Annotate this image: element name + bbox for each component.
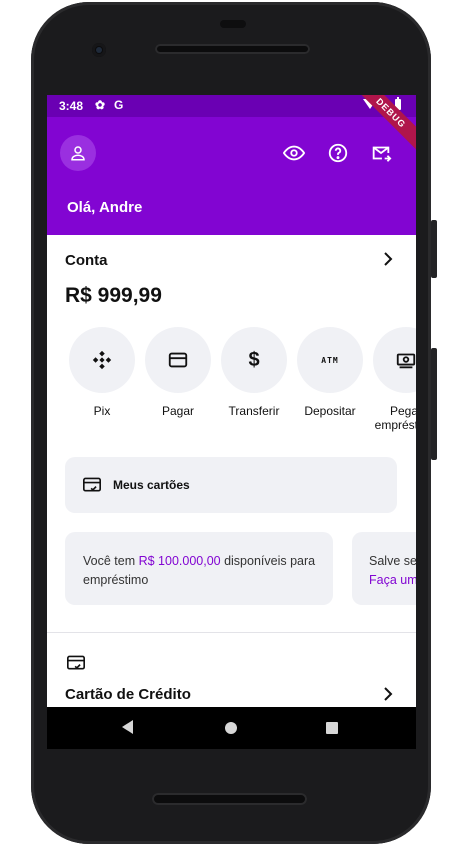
action-pagar-label: Pagar — [161, 404, 195, 418]
donation-info-text: Salve seus amigos da burocracia Faça uma… — [369, 552, 416, 590]
home-icon[interactable] — [225, 722, 237, 734]
action-pix-label: Pix — [93, 404, 111, 418]
earpiece-speaker — [155, 44, 310, 54]
top-slot — [220, 20, 246, 28]
action-transferir-label: Transferir — [228, 404, 280, 418]
loan-info-card[interactable]: Você tem R$ 100.000,00 disponíveis para … — [65, 532, 333, 605]
action-depositar[interactable]: ATM Depositar — [297, 327, 363, 418]
android-nav-bar — [47, 707, 416, 749]
profile-avatar-button[interactable] — [60, 135, 96, 171]
credit-card-open-button[interactable] — [381, 683, 395, 705]
account-balance: R$ 999,99 — [65, 284, 162, 307]
power-button — [431, 348, 437, 460]
loan-info-prefix: Você tem — [83, 554, 139, 568]
settings-status-icon: ✿ — [95, 98, 106, 112]
credit-card-title[interactable]: Cartão de Crédito — [65, 686, 191, 703]
loan-info-text: Você tem R$ 100.000,00 disponíveis para … — [83, 552, 323, 590]
my-cards-button[interactable]: Meus cartões — [65, 457, 397, 513]
dollar-icon: $ — [248, 348, 260, 371]
volume-button — [431, 220, 437, 278]
help-icon — [328, 143, 348, 163]
app-screen: 3:48 ✿ G Olá, Andre DEBUG Conta R$ 999,9… — [47, 95, 416, 707]
eye-icon — [283, 145, 305, 161]
back-icon[interactable] — [122, 720, 133, 734]
action-emprestimo-circle[interactable] — [373, 327, 416, 393]
account-open-button[interactable] — [381, 248, 395, 270]
cash-icon — [396, 353, 416, 369]
credit-card-check-icon — [83, 477, 101, 492]
chevron-right-icon — [384, 252, 393, 266]
donation-link[interactable]: Faça uma doação — [369, 571, 416, 590]
greeting-text: Olá, Andre — [67, 199, 143, 216]
action-pix-circle[interactable] — [69, 327, 135, 393]
section-divider — [47, 632, 416, 633]
action-emprestimo[interactable]: Pegar empréstimo — [373, 327, 416, 432]
google-status-icon: G — [114, 98, 124, 112]
status-time: 3:48 — [59, 99, 84, 113]
action-pix[interactable]: Pix — [69, 327, 135, 418]
toggle-visibility-button[interactable] — [282, 141, 306, 165]
help-button[interactable] — [326, 141, 350, 165]
front-camera — [92, 43, 106, 57]
status-bar: 3:48 ✿ G — [47, 95, 416, 117]
atm-icon: ATM — [321, 355, 339, 365]
recents-icon[interactable] — [326, 722, 338, 734]
action-emprestimo-label: Pegar empréstimo — [374, 404, 416, 432]
invite-button[interactable] — [369, 141, 393, 165]
loan-info-amount: R$ 100.000,00 — [138, 554, 221, 568]
action-depositar-label: Depositar — [304, 404, 356, 418]
donation-info-card[interactable]: Salve seus amigos da burocracia Faça uma… — [352, 532, 416, 605]
user-icon — [71, 146, 85, 161]
action-depositar-circle[interactable]: ATM — [297, 327, 363, 393]
card-icon — [168, 352, 188, 368]
action-transferir-circle[interactable]: $ — [221, 327, 287, 393]
bottom-speaker — [152, 793, 307, 805]
my-cards-label: Meus cartões — [113, 478, 190, 492]
action-transferir[interactable]: $ Transferir — [221, 327, 287, 418]
donation-info-line: Salve seus amigos da burocracia — [369, 554, 416, 568]
account-title[interactable]: Conta — [65, 252, 108, 269]
action-pagar[interactable]: Pagar — [145, 327, 211, 418]
chevron-right-icon — [384, 687, 393, 701]
credit-card-check-icon — [67, 655, 85, 670]
action-pagar-circle[interactable] — [145, 327, 211, 393]
app-header: Olá, Andre — [47, 117, 416, 235]
quick-actions-row: Pix Pagar $ Transferir ATM Depositar Peg… — [69, 327, 416, 437]
pix-icon — [92, 350, 112, 370]
mail-send-icon — [372, 146, 392, 162]
